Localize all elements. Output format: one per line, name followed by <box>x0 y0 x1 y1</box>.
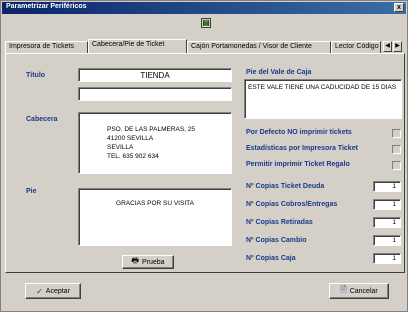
tab-label: Cajón Portamonedas / Visor de Cliente <box>191 43 312 50</box>
copies-label: Nº Copias Retiradas <box>246 219 313 226</box>
copies-cambio-input[interactable]: 1 <box>373 235 401 246</box>
copies-label: Nº Copias Ticket Deuda <box>246 183 325 190</box>
cabecera-label: Cabecera <box>26 116 58 123</box>
pie-textarea[interactable]: GRACIAS POR SU VISITA <box>78 188 232 246</box>
checkmark-icon: ✓ <box>36 286 43 296</box>
copies-deuda-input[interactable]: 1 <box>373 181 401 192</box>
titulo-input[interactable]: TIENDA <box>78 68 232 82</box>
tab-strip: Impresora de Tickets Cabecera/Pie de Tic… <box>5 39 407 53</box>
option-no-imprimir-checkbox[interactable] <box>392 129 401 138</box>
titulo-label: Título <box>26 72 46 79</box>
copies-caja-input[interactable]: 1 <box>373 253 401 264</box>
tab-lector-codigo[interactable]: Lector Código <box>331 41 381 53</box>
tab-scroll-left-icon[interactable]: ◀ <box>383 41 392 52</box>
cabecera-value: PSO. DE LAS PALMERAS, 25 41200 SEVILLA S… <box>107 126 196 160</box>
copies-label: Nº Copias Cobros/Entregas <box>246 201 338 208</box>
option-ticket-regalo-checkbox[interactable] <box>392 161 401 170</box>
cabecera-textarea[interactable]: PSO. DE LAS PALMERAS, 25 41200 SEVILLA S… <box>78 112 232 174</box>
tab-label: Impresora de Tickets <box>9 43 74 50</box>
pie-value: GRACIAS POR SU VISITA <box>116 200 194 207</box>
pie-label: Pie <box>26 188 37 195</box>
tab-panel: Título TIENDA Cabecera PSO. DE LAS PALME… <box>5 53 405 273</box>
tab-label: Cabecera/Pie de Ticket <box>92 41 165 48</box>
tab-scroll-right-icon[interactable]: ▶ <box>393 41 402 52</box>
window-title: Parametrizar Periféricos <box>6 3 87 10</box>
accept-label: Aceptar <box>45 287 70 295</box>
cancel-icon: 🖹 <box>340 285 347 294</box>
option-label: Por Defecto NO imprimir tickets <box>246 129 352 136</box>
tab-cabecera-pie[interactable]: Cabecera/Pie de Ticket <box>88 39 187 53</box>
titulo-value: TIENDA <box>140 71 170 80</box>
option-label: Estadísticas por Impresora Ticket <box>246 145 358 152</box>
copies-retiradas-input[interactable]: 1 <box>373 217 401 228</box>
copies-cobros-input[interactable]: 1 <box>373 199 401 210</box>
document-icon[interactable]: ▤ <box>201 18 211 28</box>
close-button[interactable]: x <box>394 3 404 12</box>
copies-label: Nº Copias Caja <box>246 255 296 262</box>
prueba-button[interactable]: 🖶 Prueba <box>122 255 174 269</box>
option-label: Permitir imprimir Ticket Regalo <box>246 161 350 168</box>
accept-button[interactable]: ✓ Aceptar <box>25 283 81 299</box>
pie-vale-value: ESTE VALE TIENE UNA CADUCIDAD DE 15 DIAS <box>248 84 397 91</box>
pie-vale-label: Pie del Vale de Caja <box>246 69 312 76</box>
cancel-button[interactable]: 🖹 Cancelar <box>329 283 389 299</box>
dialog-window: Parametrizar Periféricos x ▤ Impresora d… <box>0 0 408 312</box>
cancel-label: Cancelar <box>349 287 378 295</box>
pie-vale-textarea[interactable]: ESTE VALE TIENE UNA CADUCIDAD DE 15 DIAS <box>244 79 402 119</box>
copies-label: Nº Copias Cambio <box>246 237 307 244</box>
tab-impresora-tickets[interactable]: Impresora de Tickets <box>5 41 88 53</box>
title-bar[interactable]: Parametrizar Periféricos x <box>2 2 406 14</box>
option-estadisticas-checkbox[interactable] <box>392 145 401 154</box>
prueba-label: Prueba <box>141 258 165 266</box>
tab-cajon-visor[interactable]: Cajón Portamonedas / Visor de Cliente <box>187 41 331 53</box>
printer-icon: 🖶 <box>131 256 139 265</box>
titulo2-input[interactable] <box>78 87 232 101</box>
tab-label: Lector Código <box>335 43 379 50</box>
